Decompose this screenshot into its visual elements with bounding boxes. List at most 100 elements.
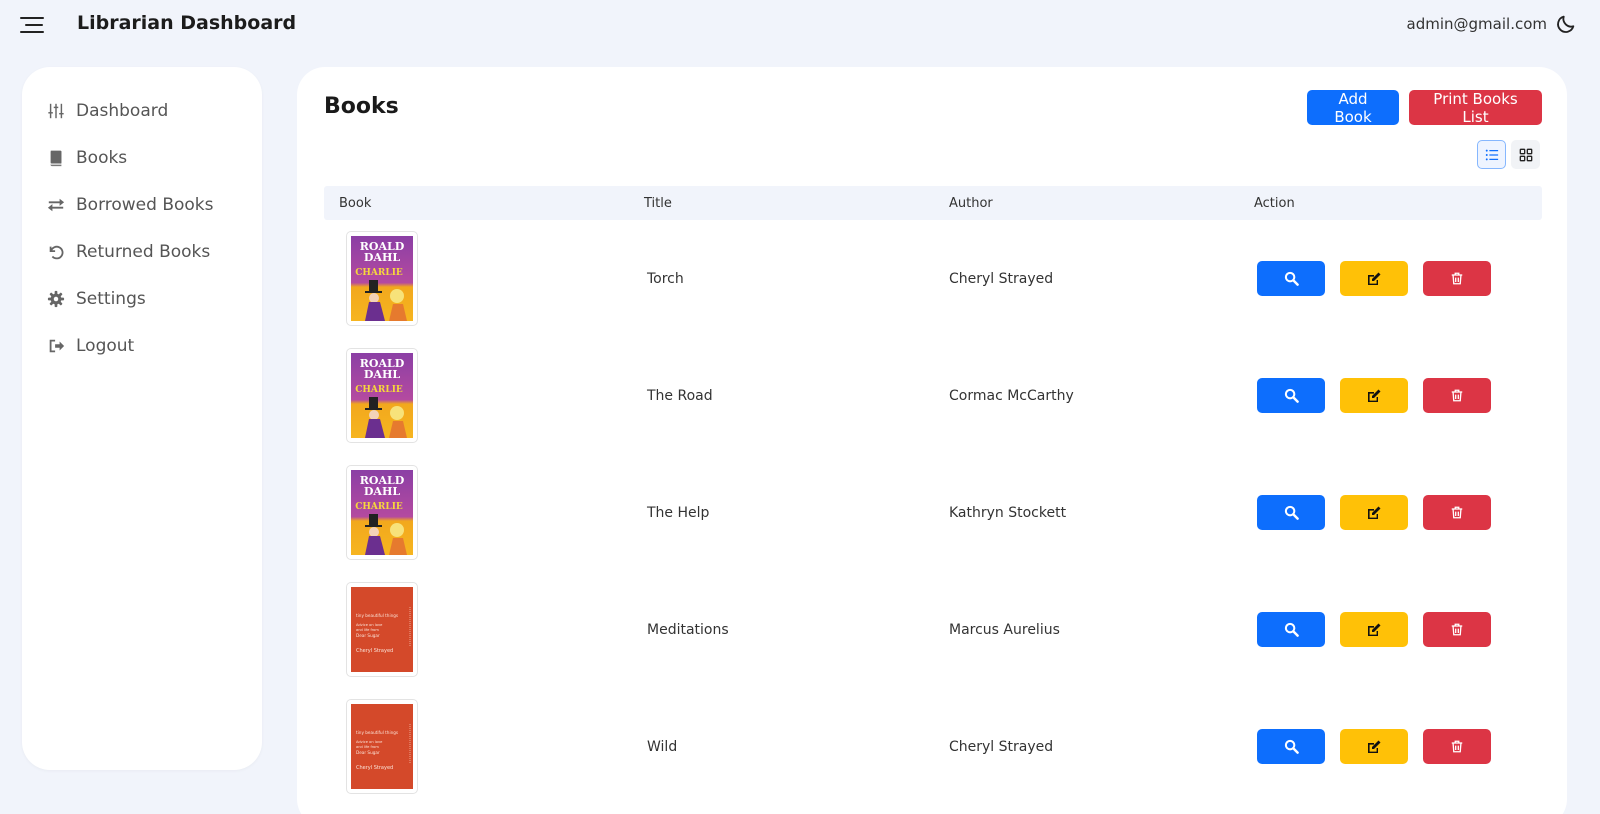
trash-icon bbox=[1451, 506, 1463, 519]
book-title: The Help bbox=[647, 504, 710, 521]
sidebar-item-returned-books[interactable]: Returned Books bbox=[22, 228, 262, 275]
edit-button[interactable] bbox=[1340, 261, 1408, 296]
charlie-cover-image: ROALDDAHLCHARLIE bbox=[351, 353, 413, 438]
svg-text:tiny beautiful things: tiny beautiful things bbox=[356, 613, 398, 618]
book-cover: ROALD DAHL CHARLIE bbox=[346, 231, 418, 326]
trash-icon bbox=[1451, 272, 1463, 285]
edit-button[interactable] bbox=[1340, 612, 1408, 647]
book-title: The Road bbox=[647, 387, 713, 404]
table-header: Book Title Author Action bbox=[324, 186, 1542, 220]
book-author: Cheryl Strayed bbox=[949, 738, 1054, 755]
trash-icon bbox=[1451, 389, 1463, 402]
edit-button[interactable] bbox=[1340, 495, 1408, 530]
search-icon bbox=[1284, 271, 1299, 286]
charlie-cover-image: ROALDDAHLCHARLIE bbox=[351, 470, 413, 555]
print-books-list-button[interactable]: Print Books List bbox=[1409, 90, 1542, 126]
add-book-button[interactable]: Add Book bbox=[1307, 90, 1399, 126]
view-button[interactable] bbox=[1257, 729, 1325, 764]
column-header-book: Book bbox=[339, 195, 372, 211]
action-cell bbox=[1239, 261, 1542, 296]
svg-text:CHARLIE: CHARLIE bbox=[355, 268, 403, 278]
edit-button[interactable] bbox=[1340, 729, 1408, 764]
svg-text:tiny beautiful things: tiny beautiful things bbox=[356, 730, 398, 735]
svg-text:CHARLIE: CHARLIE bbox=[355, 385, 403, 395]
delete-button[interactable] bbox=[1423, 612, 1491, 647]
view-button[interactable] bbox=[1257, 261, 1325, 296]
sidebar-item-label: Logout bbox=[76, 335, 135, 356]
charlie-cover-image: ROALDDAHLCHARLIE bbox=[351, 236, 413, 321]
action-cell bbox=[1239, 612, 1542, 647]
book-cover: tiny beautiful things Advice on love and l… bbox=[346, 582, 418, 677]
book-cell: tiny beautiful things Advice on love and l… bbox=[324, 699, 629, 794]
book-author: Kathryn Stockett bbox=[949, 504, 1067, 521]
book-title: Meditations bbox=[647, 621, 729, 638]
app-title: Librarian Dashboard bbox=[77, 12, 297, 34]
user-email[interactable]: admin@gmail.com bbox=[1407, 15, 1547, 33]
page-title: Books bbox=[324, 94, 399, 119]
book-author: Cheryl Strayed bbox=[949, 270, 1054, 287]
sidebar-item-books[interactable]: Books bbox=[22, 134, 262, 181]
svg-text:Advice on love: Advice on love bbox=[356, 740, 383, 744]
view-button[interactable] bbox=[1257, 378, 1325, 413]
delete-button[interactable] bbox=[1423, 495, 1491, 530]
sidebar-item-dashboard[interactable]: Dashboard bbox=[22, 87, 262, 134]
table-body: ROALD DAHL CHARLIE Torch Cheryl Strayed RO… bbox=[324, 220, 1542, 805]
menu-toggle-icon[interactable] bbox=[20, 14, 46, 34]
delete-button[interactable] bbox=[1423, 261, 1491, 296]
action-cell bbox=[1239, 378, 1542, 413]
edit-button[interactable] bbox=[1340, 378, 1408, 413]
column-header-author: Author bbox=[949, 195, 993, 211]
exchange-icon bbox=[46, 195, 66, 215]
sidebar-item-label: Borrowed Books bbox=[76, 194, 214, 215]
view-button[interactable] bbox=[1257, 495, 1325, 530]
book-cell: ROALD DAHL CHARLIE bbox=[324, 231, 629, 326]
action-cell bbox=[1239, 495, 1542, 530]
svg-text:DAHL: DAHL bbox=[364, 485, 400, 498]
book-title: Wild bbox=[647, 738, 678, 755]
search-icon bbox=[1284, 388, 1299, 403]
grid-view-icon[interactable] bbox=[1511, 140, 1540, 169]
table-row: tiny beautiful things Advice on love and l… bbox=[324, 688, 1542, 805]
delete-button[interactable] bbox=[1423, 729, 1491, 764]
svg-text:Dear Sugar: Dear Sugar bbox=[356, 633, 380, 638]
table-row: ROALD DAHL CHARLIE The Help Kathryn Stocke… bbox=[324, 454, 1542, 571]
column-header-action: Action bbox=[1254, 195, 1295, 211]
column-header-title: Title bbox=[644, 195, 672, 211]
edit-icon bbox=[1368, 272, 1381, 285]
view-button[interactable] bbox=[1257, 612, 1325, 647]
sidebar-item-logout[interactable]: Logout bbox=[22, 322, 262, 369]
top-bar: Librarian Dashboard admin@gmail.com bbox=[0, 0, 1600, 50]
sidebar-item-settings[interactable]: Settings bbox=[22, 275, 262, 322]
tiny-beautiful-things-cover-image: tiny beautiful things Advice on loveand l… bbox=[351, 587, 413, 672]
list-view-icon[interactable] bbox=[1477, 140, 1506, 169]
svg-text:Advice on love: Advice on love bbox=[356, 623, 383, 627]
svg-text:Cheryl Strayed: Cheryl Strayed bbox=[356, 765, 393, 771]
gear-icon bbox=[46, 289, 66, 309]
book-cover: ROALD DAHL CHARLIE bbox=[346, 465, 418, 560]
sidebar: Dashboard Books Borrowed Books Returned … bbox=[22, 67, 262, 770]
book-title: Torch bbox=[647, 270, 684, 287]
sidebar-item-label: Books bbox=[76, 147, 128, 168]
svg-text:Cheryl Strayed: Cheryl Strayed bbox=[356, 648, 393, 654]
svg-text:CHARLIE: CHARLIE bbox=[355, 502, 403, 512]
delete-button[interactable] bbox=[1423, 378, 1491, 413]
book-author: Cormac McCarthy bbox=[949, 387, 1074, 404]
main-card: Books Add Book Print Books List Book Tit… bbox=[297, 67, 1567, 814]
svg-text:and life from: and life from bbox=[356, 628, 379, 632]
table-row: ROALD DAHL CHARLIE Torch Cheryl Strayed bbox=[324, 220, 1542, 337]
table-row: ROALD DAHL CHARLIE The Road Cormac McCarth… bbox=[324, 337, 1542, 454]
undo-icon bbox=[46, 242, 66, 262]
trash-icon bbox=[1451, 740, 1463, 753]
search-icon bbox=[1284, 505, 1299, 520]
sidebar-item-borrowed-books[interactable]: Borrowed Books bbox=[22, 181, 262, 228]
svg-text:and life from: and life from bbox=[356, 745, 379, 749]
book-cell: ROALD DAHL CHARLIE bbox=[324, 465, 629, 560]
search-icon bbox=[1284, 739, 1299, 754]
svg-text:DAHL: DAHL bbox=[364, 251, 400, 264]
edit-icon bbox=[1368, 506, 1381, 519]
moon-icon[interactable] bbox=[1555, 13, 1579, 37]
book-cell: ROALD DAHL CHARLIE bbox=[324, 348, 629, 443]
book-cell: tiny beautiful things Advice on love and l… bbox=[324, 582, 629, 677]
book-author: Marcus Aurelius bbox=[949, 621, 1060, 638]
trash-icon bbox=[1451, 623, 1463, 636]
